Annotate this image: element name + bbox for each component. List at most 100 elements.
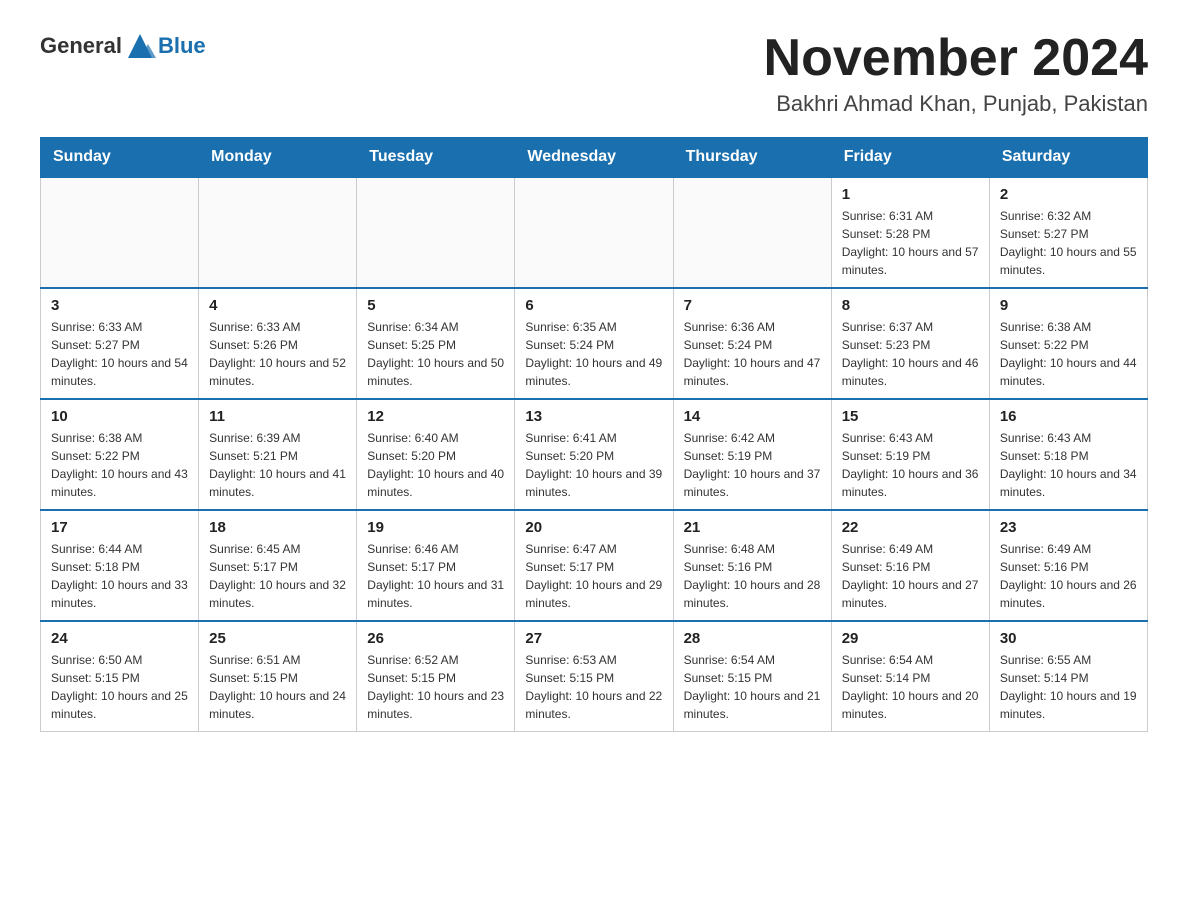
calendar-cell: 12Sunrise: 6:40 AMSunset: 5:20 PMDayligh…	[357, 399, 515, 510]
day-info: Sunrise: 6:43 AMSunset: 5:19 PMDaylight:…	[842, 429, 979, 501]
day-info: Sunrise: 6:55 AMSunset: 5:14 PMDaylight:…	[1000, 651, 1137, 723]
day-number: 16	[1000, 408, 1137, 425]
day-number: 18	[209, 519, 346, 536]
day-info: Sunrise: 6:36 AMSunset: 5:24 PMDaylight:…	[684, 318, 821, 390]
day-info: Sunrise: 6:34 AMSunset: 5:25 PMDaylight:…	[367, 318, 504, 390]
day-info: Sunrise: 6:32 AMSunset: 5:27 PMDaylight:…	[1000, 207, 1137, 279]
day-info: Sunrise: 6:40 AMSunset: 5:20 PMDaylight:…	[367, 429, 504, 501]
day-number: 11	[209, 408, 346, 425]
day-number: 7	[684, 297, 821, 314]
day-number: 10	[51, 408, 188, 425]
header-thursday: Thursday	[673, 138, 831, 178]
calendar-cell: 1 Sunrise: 6:31 AMSunset: 5:28 PMDaylight…	[831, 177, 989, 288]
calendar-cell: 5 Sunrise: 6:34 AMSunset: 5:25 PMDaylight…	[357, 288, 515, 399]
calendar-cell	[41, 177, 199, 288]
calendar-cell: 22Sunrise: 6:49 AMSunset: 5:16 PMDayligh…	[831, 510, 989, 621]
day-number: 29	[842, 630, 979, 647]
day-info: Sunrise: 6:38 AMSunset: 5:22 PMDaylight:…	[1000, 318, 1137, 390]
day-number: 30	[1000, 630, 1137, 647]
day-info: Sunrise: 6:50 AMSunset: 5:15 PMDaylight:…	[51, 651, 188, 723]
day-number: 9	[1000, 297, 1137, 314]
day-info: Sunrise: 6:52 AMSunset: 5:15 PMDaylight:…	[367, 651, 504, 723]
calendar-cell: 26 Sunrise: 6:52 AMSunset: 5:15 PMDayligh…	[357, 621, 515, 732]
day-info: Sunrise: 6:43 AMSunset: 5:18 PMDaylight:…	[1000, 429, 1137, 501]
day-number: 28	[684, 630, 821, 647]
day-number: 21	[684, 519, 821, 536]
logo: General Blue	[40, 30, 206, 62]
calendar-cell: 14 Sunrise: 6:42 AMSunset: 5:19 PMDayligh…	[673, 399, 831, 510]
day-number: 1	[842, 186, 979, 203]
day-info: Sunrise: 6:49 AMSunset: 5:16 PMDaylight:…	[1000, 540, 1137, 612]
day-info: Sunrise: 6:35 AMSunset: 5:24 PMDaylight:…	[525, 318, 662, 390]
week-row-3: 17Sunrise: 6:44 AMSunset: 5:18 PMDayligh…	[41, 510, 1148, 621]
header-saturday: Saturday	[989, 138, 1147, 178]
page-header: General Blue November 2024 Bakhri Ahmad …	[40, 30, 1148, 117]
day-info: Sunrise: 6:33 AMSunset: 5:27 PMDaylight:…	[51, 318, 188, 390]
day-number: 26	[367, 630, 504, 647]
calendar-cell: 15 Sunrise: 6:43 AMSunset: 5:19 PMDayligh…	[831, 399, 989, 510]
day-info: Sunrise: 6:39 AMSunset: 5:21 PMDaylight:…	[209, 429, 346, 501]
calendar-cell	[357, 177, 515, 288]
day-info: Sunrise: 6:47 AMSunset: 5:17 PMDaylight:…	[525, 540, 662, 612]
week-row-2: 10 Sunrise: 6:38 AMSunset: 5:22 PMDayligh…	[41, 399, 1148, 510]
day-number: 19	[367, 519, 504, 536]
day-info: Sunrise: 6:51 AMSunset: 5:15 PMDaylight:…	[209, 651, 346, 723]
day-number: 14	[684, 408, 821, 425]
calendar-cell: 20 Sunrise: 6:47 AMSunset: 5:17 PMDayligh…	[515, 510, 673, 621]
calendar-cell	[199, 177, 357, 288]
day-info: Sunrise: 6:45 AMSunset: 5:17 PMDaylight:…	[209, 540, 346, 612]
calendar-cell: 17Sunrise: 6:44 AMSunset: 5:18 PMDayligh…	[41, 510, 199, 621]
calendar-cell: 7 Sunrise: 6:36 AMSunset: 5:24 PMDaylight…	[673, 288, 831, 399]
day-info: Sunrise: 6:54 AMSunset: 5:14 PMDaylight:…	[842, 651, 979, 723]
calendar-cell: 8Sunrise: 6:37 AMSunset: 5:23 PMDaylight…	[831, 288, 989, 399]
day-number: 24	[51, 630, 188, 647]
day-number: 8	[842, 297, 979, 314]
day-number: 4	[209, 297, 346, 314]
calendar-cell: 29 Sunrise: 6:54 AMSunset: 5:14 PMDayligh…	[831, 621, 989, 732]
day-info: Sunrise: 6:53 AMSunset: 5:15 PMDaylight:…	[525, 651, 662, 723]
header-tuesday: Tuesday	[357, 138, 515, 178]
day-number: 3	[51, 297, 188, 314]
day-number: 6	[525, 297, 662, 314]
calendar-cell: 2 Sunrise: 6:32 AMSunset: 5:27 PMDaylight…	[989, 177, 1147, 288]
day-number: 2	[1000, 186, 1137, 203]
header-wednesday: Wednesday	[515, 138, 673, 178]
day-number: 23	[1000, 519, 1137, 536]
calendar-cell: 30 Sunrise: 6:55 AMSunset: 5:14 PMDayligh…	[989, 621, 1147, 732]
day-number: 20	[525, 519, 662, 536]
calendar-cell: 4 Sunrise: 6:33 AMSunset: 5:26 PMDaylight…	[199, 288, 357, 399]
location-text: Bakhri Ahmad Khan, Punjab, Pakistan	[764, 91, 1148, 117]
day-number: 15	[842, 408, 979, 425]
day-info: Sunrise: 6:38 AMSunset: 5:22 PMDaylight:…	[51, 429, 188, 501]
week-row-0: 1 Sunrise: 6:31 AMSunset: 5:28 PMDaylight…	[41, 177, 1148, 288]
calendar-cell: 19Sunrise: 6:46 AMSunset: 5:17 PMDayligh…	[357, 510, 515, 621]
week-row-1: 3 Sunrise: 6:33 AMSunset: 5:27 PMDaylight…	[41, 288, 1148, 399]
day-number: 22	[842, 519, 979, 536]
header-friday: Friday	[831, 138, 989, 178]
logo-blue-text: Blue	[158, 33, 206, 59]
day-number: 5	[367, 297, 504, 314]
day-number: 17	[51, 519, 188, 536]
calendar-table: SundayMondayTuesdayWednesdayThursdayFrid…	[40, 137, 1148, 732]
calendar-header-row: SundayMondayTuesdayWednesdayThursdayFrid…	[41, 138, 1148, 178]
day-number: 25	[209, 630, 346, 647]
day-number: 13	[525, 408, 662, 425]
title-block: November 2024 Bakhri Ahmad Khan, Punjab,…	[764, 30, 1148, 117]
day-info: Sunrise: 6:33 AMSunset: 5:26 PMDaylight:…	[209, 318, 346, 390]
header-sunday: Sunday	[41, 138, 199, 178]
calendar-cell	[515, 177, 673, 288]
calendar-cell: 11 Sunrise: 6:39 AMSunset: 5:21 PMDayligh…	[199, 399, 357, 510]
calendar-cell: 21 Sunrise: 6:48 AMSunset: 5:16 PMDayligh…	[673, 510, 831, 621]
calendar-cell: 27 Sunrise: 6:53 AMSunset: 5:15 PMDayligh…	[515, 621, 673, 732]
day-info: Sunrise: 6:42 AMSunset: 5:19 PMDaylight:…	[684, 429, 821, 501]
logo-icon	[124, 30, 156, 62]
day-info: Sunrise: 6:31 AMSunset: 5:28 PMDaylight:…	[842, 207, 979, 279]
day-info: Sunrise: 6:41 AMSunset: 5:20 PMDaylight:…	[525, 429, 662, 501]
calendar-cell: 16 Sunrise: 6:43 AMSunset: 5:18 PMDayligh…	[989, 399, 1147, 510]
day-number: 27	[525, 630, 662, 647]
calendar-cell: 23 Sunrise: 6:49 AMSunset: 5:16 PMDayligh…	[989, 510, 1147, 621]
calendar-cell: 3 Sunrise: 6:33 AMSunset: 5:27 PMDaylight…	[41, 288, 199, 399]
calendar-cell: 25 Sunrise: 6:51 AMSunset: 5:15 PMDayligh…	[199, 621, 357, 732]
calendar-cell: 6 Sunrise: 6:35 AMSunset: 5:24 PMDaylight…	[515, 288, 673, 399]
day-info: Sunrise: 6:48 AMSunset: 5:16 PMDaylight:…	[684, 540, 821, 612]
